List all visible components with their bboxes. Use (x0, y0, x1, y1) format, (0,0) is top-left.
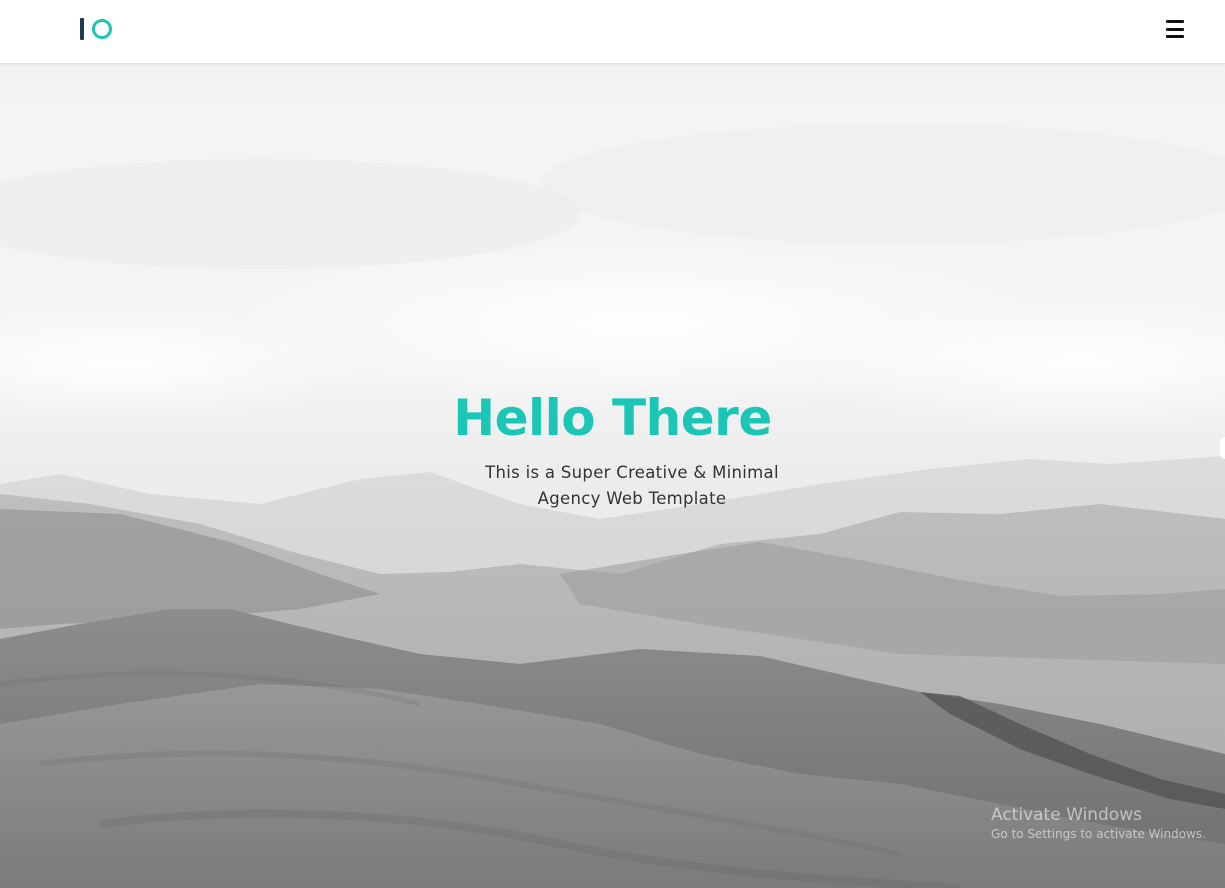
watermark-subtitle: Go to Settings to activate Windows. (991, 827, 1206, 841)
menu-line (1166, 35, 1184, 38)
logo-ring-icon (92, 19, 112, 39)
site-header (0, 0, 1225, 64)
hero-subtitle-line: Agency Web Template (537, 489, 727, 508)
watermark-title: Activate Windows (991, 805, 1142, 825)
site-logo[interactable] (80, 15, 112, 43)
hamburger-menu-icon[interactable] (1166, 20, 1186, 38)
hero-subtitle-line: This is a Super Creative & Minimal (485, 463, 779, 482)
menu-line (1166, 27, 1184, 31)
slider-edge-indicator (1220, 437, 1225, 459)
activate-windows-watermark: Activate Windows Go to Settings to activ… (991, 805, 1206, 843)
page: Hello There This is a Super Creative & M… (0, 0, 1225, 888)
hero-subtitle: This is a Super Creative & Minimal Agenc… (452, 460, 812, 512)
hero-title: Hello There (453, 389, 772, 447)
menu-line (1166, 20, 1184, 23)
logo-bar-icon (80, 18, 84, 40)
hero-section: Hello There This is a Super Creative & M… (0, 64, 1225, 888)
